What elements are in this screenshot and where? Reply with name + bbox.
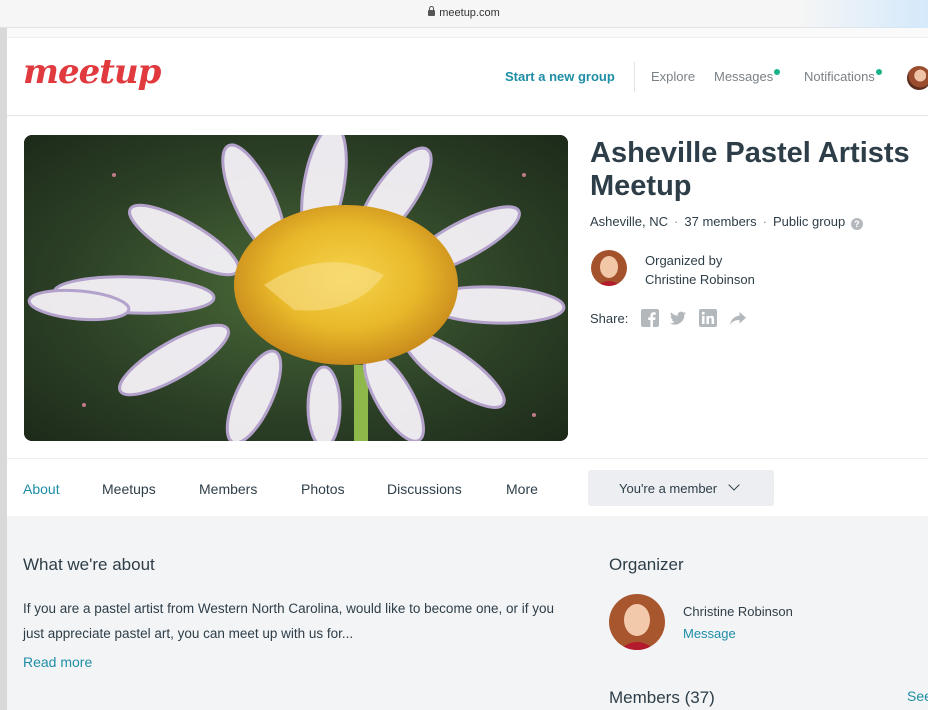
chevron-down-icon — [728, 479, 740, 491]
organizer-heading: Organizer — [609, 555, 684, 574]
group-member-count[interactable]: 37 members — [684, 214, 756, 229]
browser-strip — [7, 28, 928, 38]
see-all-members-link[interactable]: See all — [907, 688, 928, 704]
tab-meetups[interactable]: Meetups — [102, 481, 156, 497]
share-label: Share: — [590, 311, 629, 326]
organizer-name[interactable]: Christine Robinson — [645, 270, 755, 289]
profile-avatar[interactable] — [907, 66, 928, 90]
read-more-link[interactable]: Read more — [23, 654, 92, 670]
tab-photos[interactable]: Photos — [301, 481, 345, 497]
notifications-label: Notifications — [804, 69, 875, 84]
url-text: meetup.com — [439, 7, 500, 19]
messages-unread-dot — [774, 69, 781, 75]
group-cover-image — [24, 135, 568, 441]
about-description: If you are a pastel artist from Western … — [23, 601, 554, 641]
tab-about[interactable]: About — [23, 481, 60, 497]
group-meta: Asheville, NC · 37 members · Public group ? — [590, 214, 863, 230]
organizer-panel-name[interactable]: Christine Robinson — [683, 604, 793, 619]
help-icon[interactable]: ? — [850, 218, 863, 230]
membership-label: You're a member — [619, 481, 718, 496]
lock-icon — [428, 6, 436, 16]
messages-label: Messages — [714, 69, 774, 84]
window-left-edge — [0, 28, 7, 710]
start-new-group-link[interactable]: Start a new group — [505, 69, 615, 84]
messages-link[interactable]: Messages — [714, 69, 781, 84]
tab-more[interactable]: More — [506, 481, 538, 497]
tab-discussions[interactable]: Discussions — [387, 481, 462, 497]
nav-divider — [634, 62, 635, 92]
share-arrow-icon[interactable] — [729, 309, 747, 327]
facebook-icon[interactable] — [641, 309, 659, 327]
organizer-avatar[interactable] — [591, 250, 627, 286]
linkedin-icon[interactable] — [699, 309, 717, 327]
organized-by-label: Organized by — [645, 253, 723, 268]
group-location[interactable]: Asheville, NC — [590, 214, 668, 229]
notifications-link[interactable]: Notifications — [804, 69, 882, 84]
site-header: meetup Start a new group Explore Message… — [7, 38, 928, 116]
browser-url-bar[interactable]: meetup.com — [0, 0, 928, 28]
explore-link[interactable]: Explore — [651, 69, 695, 84]
organized-by: Organized by Christine Robinson — [645, 251, 755, 289]
members-heading: Members (37) — [609, 688, 715, 707]
notifications-unread-dot — [875, 69, 882, 75]
meetup-logo[interactable]: meetup — [23, 52, 161, 92]
group-privacy: Public group — [772, 214, 846, 229]
tab-members[interactable]: Members — [199, 481, 257, 497]
url-display[interactable]: meetup.com — [0, 6, 928, 19]
twitter-icon[interactable] — [669, 309, 687, 327]
message-organizer-link[interactable]: Message — [683, 626, 736, 641]
group-title: Asheville Pastel Artists Meetup — [590, 137, 910, 202]
organizer-panel-avatar[interactable] — [609, 594, 665, 650]
about-heading: What we're about — [23, 555, 155, 574]
membership-dropdown-button[interactable]: You're a member — [588, 470, 774, 506]
